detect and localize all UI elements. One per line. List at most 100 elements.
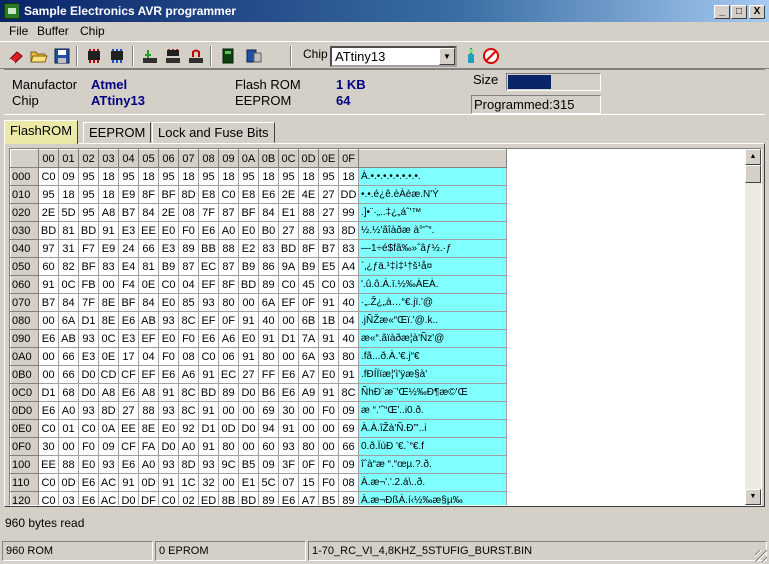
menu-chip[interactable]: Chip xyxy=(80,24,105,38)
hex-byte-cell[interactable]: E3 xyxy=(158,239,179,258)
hex-byte-cell[interactable]: E6 xyxy=(118,455,139,474)
hex-byte-cell[interactable]: 95 xyxy=(158,167,179,186)
hex-byte-cell[interactable]: F4 xyxy=(118,275,139,294)
hex-byte-cell[interactable]: E6 xyxy=(278,383,299,402)
hex-byte-cell[interactable]: 27 xyxy=(118,401,139,420)
hex-byte-cell[interactable]: BB xyxy=(198,239,219,258)
hex-byte-cell[interactable]: 2E xyxy=(278,185,299,204)
hex-byte-cell[interactable]: E2 xyxy=(238,239,259,258)
hex-byte-cell[interactable]: 7A xyxy=(298,329,319,348)
hex-byte-cell[interactable]: D1 xyxy=(38,383,59,402)
hex-byte-cell[interactable]: C0 xyxy=(158,491,179,505)
hex-byte-cell[interactable]: 09 xyxy=(338,401,359,420)
hex-byte-cell[interactable]: 95 xyxy=(78,167,99,186)
hex-byte-cell[interactable]: D0 xyxy=(78,383,99,402)
hex-byte-cell[interactable]: 91 xyxy=(258,329,279,348)
hex-byte-cell[interactable]: D0 xyxy=(78,365,99,384)
hex-byte-cell[interactable]: D1 xyxy=(78,311,99,330)
hex-byte-cell[interactable]: C0 xyxy=(318,275,339,294)
hex-byte-cell[interactable]: 6A xyxy=(298,347,319,366)
ascii-cell[interactable]: îˆà“æ “.“œµ.?.ð. xyxy=(358,455,507,474)
hex-byte-cell[interactable]: 8D xyxy=(98,401,119,420)
hex-byte-cell[interactable]: 81 xyxy=(138,257,159,276)
hex-byte-cell[interactable]: D0 xyxy=(158,437,179,456)
hex-byte-cell[interactable]: AB xyxy=(58,329,79,348)
hex-byte-cell[interactable]: 99 xyxy=(338,203,359,222)
hex-byte-cell[interactable]: 89 xyxy=(258,275,279,294)
hex-byte-cell[interactable]: E4 xyxy=(118,257,139,276)
hex-byte-cell[interactable]: A0 xyxy=(178,437,199,456)
hex-byte-cell[interactable]: 84 xyxy=(58,293,79,312)
hex-byte-cell[interactable]: 91 xyxy=(198,401,219,420)
hex-byte-cell[interactable]: 30 xyxy=(278,401,299,420)
hex-byte-cell[interactable]: EF xyxy=(138,329,159,348)
hex-byte-cell[interactable]: 0C xyxy=(58,275,79,294)
hex-byte-cell[interactable]: CF xyxy=(118,365,139,384)
hex-byte-cell[interactable]: E0 xyxy=(158,293,179,312)
hex-byte-cell[interactable]: 7F xyxy=(198,203,219,222)
hex-byte-cell[interactable]: 91 xyxy=(238,311,259,330)
hex-byte-cell[interactable]: BD xyxy=(278,239,299,258)
hex-byte-cell[interactable]: 69 xyxy=(338,419,359,438)
hex-byte-cell[interactable]: A7 xyxy=(298,491,319,505)
ascii-cell[interactable]: '.û.ô.À.ï.½‰ÀEÀ. xyxy=(358,275,507,294)
hex-byte-cell[interactable]: A6 xyxy=(178,365,199,384)
hex-byte-cell[interactable]: B5 xyxy=(238,455,259,474)
hex-byte-cell[interactable]: FB xyxy=(78,275,99,294)
hex-byte-cell[interactable]: C0 xyxy=(38,473,59,492)
hex-byte-cell[interactable]: BD xyxy=(78,221,99,240)
hex-byte-cell[interactable]: 00 xyxy=(318,419,339,438)
hex-byte-cell[interactable]: E6 xyxy=(158,365,179,384)
hex-byte-cell[interactable]: 83 xyxy=(338,239,359,258)
stop-icon[interactable] xyxy=(481,46,501,66)
hex-byte-cell[interactable]: 40 xyxy=(258,311,279,330)
hex-byte-cell[interactable]: 00 xyxy=(318,437,339,456)
open-icon[interactable] xyxy=(29,46,49,66)
hex-byte-cell[interactable]: 89 xyxy=(338,491,359,505)
hex-byte-cell[interactable]: 88 xyxy=(298,221,319,240)
hex-byte-cell[interactable]: 00 xyxy=(98,275,119,294)
tab-lock-fuse-bits[interactable]: Lock and Fuse Bits xyxy=(152,122,275,143)
hex-byte-cell[interactable]: 8E xyxy=(98,311,119,330)
device-icon[interactable] xyxy=(218,46,238,66)
hex-byte-cell[interactable]: 95 xyxy=(38,185,59,204)
hex-byte-cell[interactable]: 86 xyxy=(258,257,279,276)
hex-byte-cell[interactable]: A8 xyxy=(138,383,159,402)
hex-byte-cell[interactable]: 60 xyxy=(38,257,59,276)
chip-select[interactable]: ATtiny13 ▼ xyxy=(330,46,457,67)
hex-byte-cell[interactable]: 95 xyxy=(198,167,219,186)
hex-byte-cell[interactable]: 91 xyxy=(118,473,139,492)
hex-byte-cell[interactable]: 40 xyxy=(338,293,359,312)
write-chip-icon[interactable] xyxy=(107,46,127,66)
hex-byte-cell[interactable]: 8C xyxy=(178,311,199,330)
scroll-thumb[interactable] xyxy=(745,165,761,183)
hex-byte-cell[interactable]: EE xyxy=(138,221,159,240)
hex-byte-cell[interactable]: 00 xyxy=(298,401,319,420)
hex-byte-cell[interactable]: 88 xyxy=(218,239,239,258)
hex-byte-cell[interactable]: E9 xyxy=(118,185,139,204)
hex-byte-cell[interactable]: C0 xyxy=(278,275,299,294)
hex-byte-cell[interactable]: 00 xyxy=(218,401,239,420)
hex-byte-cell[interactable]: E9 xyxy=(98,239,119,258)
hex-byte-cell[interactable]: 87 xyxy=(178,257,199,276)
hex-byte-cell[interactable]: E6 xyxy=(118,383,139,402)
hex-byte-cell[interactable]: 00 xyxy=(218,473,239,492)
hex-byte-cell[interactable]: 91 xyxy=(318,383,339,402)
hex-byte-cell[interactable]: EC xyxy=(218,365,239,384)
ascii-cell[interactable]: `‚¿ƒä.¹‡ì‡¹†š¹å¤ xyxy=(358,257,507,276)
hex-byte-cell[interactable]: 93 xyxy=(98,455,119,474)
hex-byte-cell[interactable]: 0F xyxy=(298,293,319,312)
hex-byte-cell[interactable]: 00 xyxy=(238,437,259,456)
hex-byte-cell[interactable]: C0 xyxy=(38,419,59,438)
hex-byte-cell[interactable]: 09 xyxy=(58,167,79,186)
hex-byte-cell[interactable]: 95 xyxy=(278,167,299,186)
hex-byte-cell[interactable]: 32 xyxy=(198,473,219,492)
hex-byte-cell[interactable]: 91 xyxy=(238,347,259,366)
hex-byte-cell[interactable]: BF xyxy=(238,203,259,222)
hex-byte-cell[interactable]: F7 xyxy=(78,239,99,258)
hex-byte-cell[interactable]: 93 xyxy=(198,293,219,312)
scroll-up-icon[interactable]: ▲ xyxy=(745,149,761,165)
hex-byte-cell[interactable]: 18 xyxy=(98,185,119,204)
hex-byte-cell[interactable]: A0 xyxy=(138,455,159,474)
hex-byte-cell[interactable]: B9 xyxy=(298,257,319,276)
